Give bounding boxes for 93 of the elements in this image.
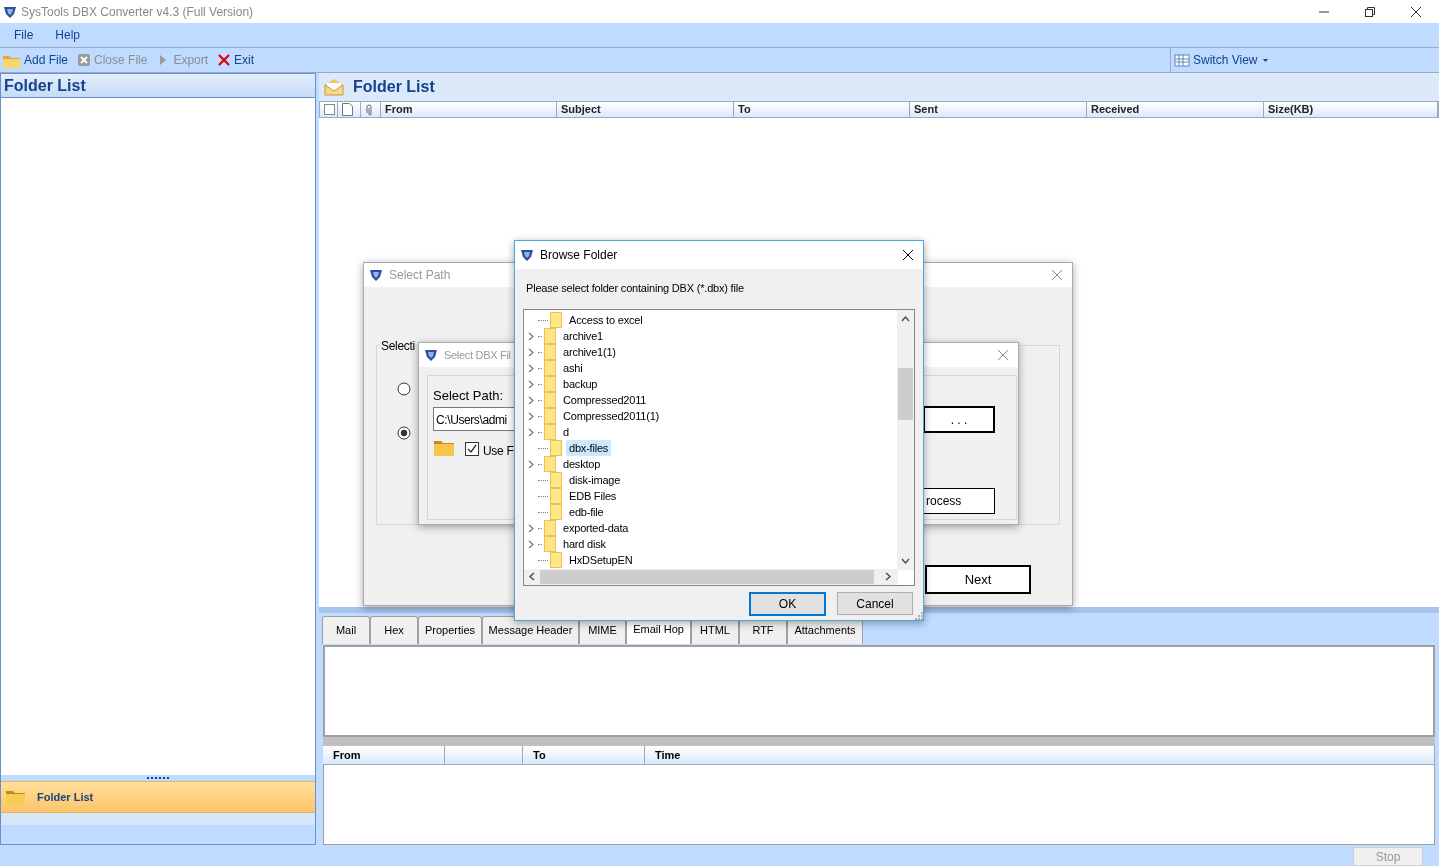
- tree-item[interactable]: EDB Files: [566, 487, 620, 505]
- tree-item[interactable]: exported-data: [560, 519, 632, 537]
- field-label: Select Path:: [433, 387, 504, 405]
- tree-item[interactable]: disk-image: [566, 471, 624, 489]
- folder-icon: [550, 472, 562, 488]
- browse-button[interactable]: . . .: [923, 406, 995, 433]
- tree-item[interactable]: hard disk: [560, 535, 609, 553]
- menu-item[interactable]: File: [14, 26, 34, 44]
- app-logo-icon: [424, 348, 438, 362]
- next-button[interactable]: Next: [925, 565, 1031, 594]
- ok-button[interactable]: OK: [749, 592, 826, 616]
- scroll-right-icon[interactable]: [885, 572, 891, 581]
- tab[interactable]: Hex: [370, 616, 418, 644]
- exit-icon: [217, 53, 232, 67]
- folder-icon: [544, 456, 556, 472]
- scroll-left-icon[interactable]: [529, 572, 535, 581]
- tree-item[interactable]: Access to excel: [566, 311, 646, 329]
- cancel-button[interactable]: Cancel: [837, 592, 913, 615]
- toolbar-button[interactable]: Exit: [217, 51, 255, 69]
- tab[interactable]: Mail: [322, 616, 370, 644]
- envelope-icon: [323, 77, 345, 97]
- folder-icon: [544, 344, 556, 360]
- checkbox-icon[interactable]: [324, 104, 335, 115]
- scrollbar-thumb[interactable]: [540, 570, 874, 584]
- checkbox[interactable]: [465, 442, 479, 456]
- prompt-text: Please select folder containing DBX (*.dbx) file: [526, 281, 744, 296]
- column-header[interactable]: Size(KB): [1264, 102, 1438, 117]
- toolbar-button[interactable]: Add File: [2, 51, 69, 69]
- menu-item[interactable]: Help: [55, 26, 81, 44]
- resize-grip-icon[interactable]: [915, 612, 923, 620]
- folder-icon: [550, 312, 562, 328]
- folder-icon: [5, 788, 27, 806]
- folder-list-button[interactable]: Folder List: [1, 781, 315, 813]
- tree-item[interactable]: Compressed2011: [560, 391, 650, 409]
- tab[interactable]: Properties: [418, 616, 482, 644]
- folder-icon: [433, 439, 455, 457]
- folder-icon: [544, 392, 556, 408]
- tree-item[interactable]: d: [560, 423, 572, 441]
- scroll-down-icon[interactable]: [901, 558, 910, 564]
- paperclip-icon: [365, 103, 373, 116]
- app-logo-icon: [520, 248, 534, 262]
- restore-icon[interactable]: [1364, 5, 1376, 18]
- radio-button[interactable]: [397, 382, 411, 396]
- process-button[interactable]: rocess: [923, 488, 995, 514]
- column-header[interactable]: From: [323, 746, 445, 764]
- grid-icon: [1174, 53, 1190, 67]
- column-header[interactable]: Sent: [910, 102, 1087, 117]
- window-title: SysTools DBX Converter v4.3 (Full Version): [21, 3, 254, 21]
- tree-item[interactable]: backup: [560, 375, 601, 393]
- dialog-title: Select Path: [389, 267, 451, 284]
- tree-item[interactable]: desktop: [560, 455, 604, 473]
- tree-item[interactable]: ashi: [560, 359, 586, 377]
- switch-view-button[interactable]: Switch View: [1170, 48, 1439, 72]
- folder-icon: [544, 424, 556, 440]
- folder-icon: [544, 360, 556, 376]
- app-logo-icon: [369, 268, 383, 282]
- tree-item[interactable]: HxDSetupEN: [566, 551, 636, 569]
- folder-icon: [550, 440, 562, 456]
- column-header[interactable]: Subject: [557, 102, 734, 117]
- document-icon: [342, 103, 353, 116]
- folder-icon: [544, 536, 556, 552]
- close-icon[interactable]: [902, 249, 914, 261]
- column-header[interactable]: To: [734, 102, 910, 117]
- folder-icon: [550, 552, 562, 568]
- scrollbar-thumb[interactable]: [898, 368, 913, 420]
- radio-button[interactable]: [397, 426, 411, 440]
- checkbox-label: Use F: [483, 443, 514, 460]
- tree-item[interactable]: dbx-files: [566, 439, 612, 457]
- folder-icon: [550, 504, 562, 520]
- folder-icon: [544, 328, 556, 344]
- dialog-title: Select DBX Fil: [444, 347, 511, 363]
- tree-item[interactable]: Compressed2011(1): [560, 407, 663, 425]
- close-icon[interactable]: [1410, 5, 1422, 18]
- column-header[interactable]: To: [523, 746, 645, 764]
- folder-icon: [550, 488, 562, 504]
- folder-icon: [544, 520, 556, 536]
- scroll-up-icon[interactable]: [901, 316, 910, 322]
- panel-header: Folder List: [1, 74, 315, 98]
- grip-icon[interactable]: [147, 776, 169, 780]
- tree-item[interactable]: archive1: [560, 327, 606, 345]
- column-header[interactable]: Time: [645, 746, 1435, 764]
- tree-item[interactable]: archive1(1): [560, 343, 619, 361]
- close-icon: [77, 53, 92, 67]
- path-field[interactable]: C:\Users\admi: [433, 407, 515, 431]
- folder-icon: [544, 376, 556, 392]
- app-logo-icon: [3, 4, 17, 19]
- dialog-title: Browse Folder: [540, 247, 618, 264]
- panel-header: Folder List: [353, 77, 435, 97]
- caret-icon: [1260, 56, 1271, 64]
- tree-item[interactable]: edb-file: [566, 503, 607, 521]
- column-header[interactable]: From: [381, 102, 557, 117]
- column-header[interactable]: Received: [1087, 102, 1264, 117]
- folder-icon: [544, 408, 556, 424]
